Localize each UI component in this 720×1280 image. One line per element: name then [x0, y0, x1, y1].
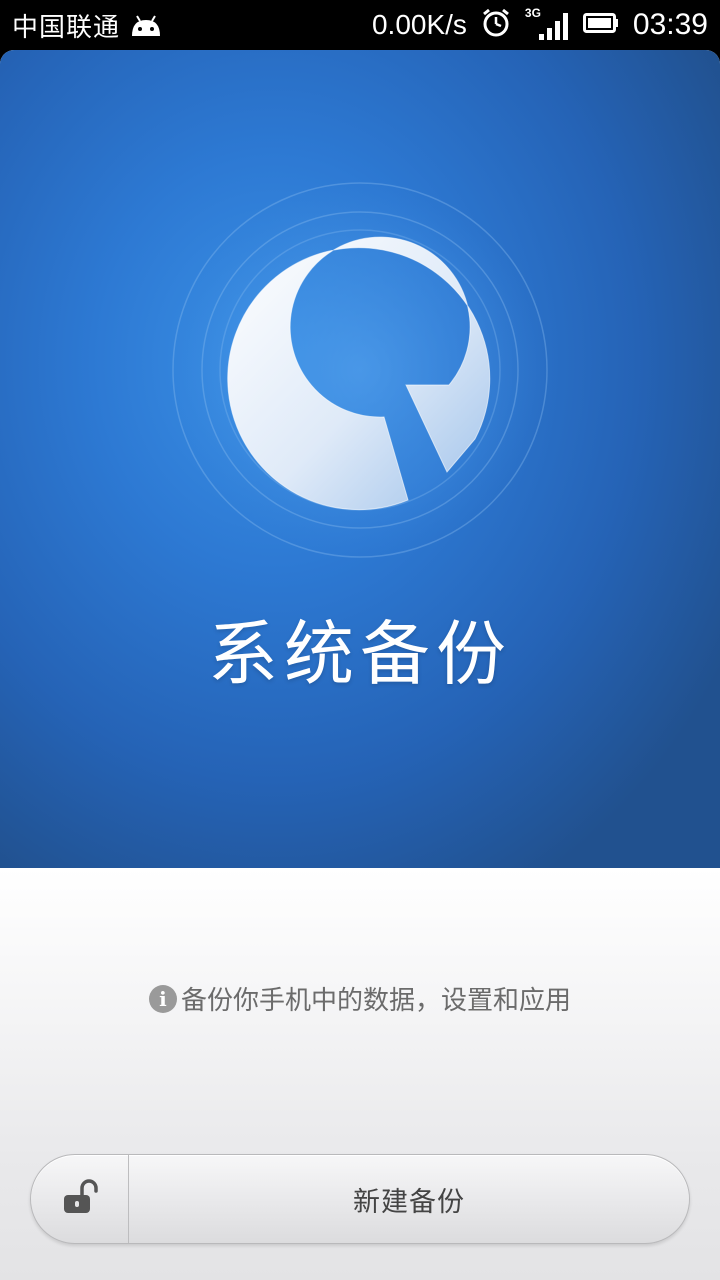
network-speed: 0.00K/s	[371, 9, 467, 40]
create-backup-button[interactable]: 新建备份	[129, 1155, 689, 1243]
action-bar: 新建备份	[30, 1154, 690, 1244]
unlock-icon	[60, 1177, 100, 1221]
status-time: 03:39	[632, 8, 708, 41]
signal-icon: 3G	[525, 6, 569, 42]
info-icon: i	[148, 984, 177, 1013]
app-title: 系统备份	[208, 613, 512, 695]
description-row: i 备份你手机中的数据，设置和应用	[0, 980, 720, 1017]
description-text: 备份你手机中的数据，设置和应用	[180, 986, 571, 1016]
battery-icon	[582, 12, 619, 39]
alarm-icon	[481, 8, 511, 43]
backup-app: 系统备份 i 备份你手机中的数据，设置和应用 新建备份	[0, 50, 720, 1280]
lock-button[interactable]	[31, 1155, 129, 1243]
backup-logo-icon	[170, 180, 550, 560]
carrier-name: 中国联通	[12, 11, 121, 42]
status-bar: 中国联通 0.00K/s 3G 03:39	[0, 0, 720, 50]
hero-banner: 系统备份	[0, 50, 720, 868]
content-area: i 备份你手机中的数据，设置和应用 新建备份	[0, 868, 720, 1280]
android-icon	[128, 12, 164, 38]
